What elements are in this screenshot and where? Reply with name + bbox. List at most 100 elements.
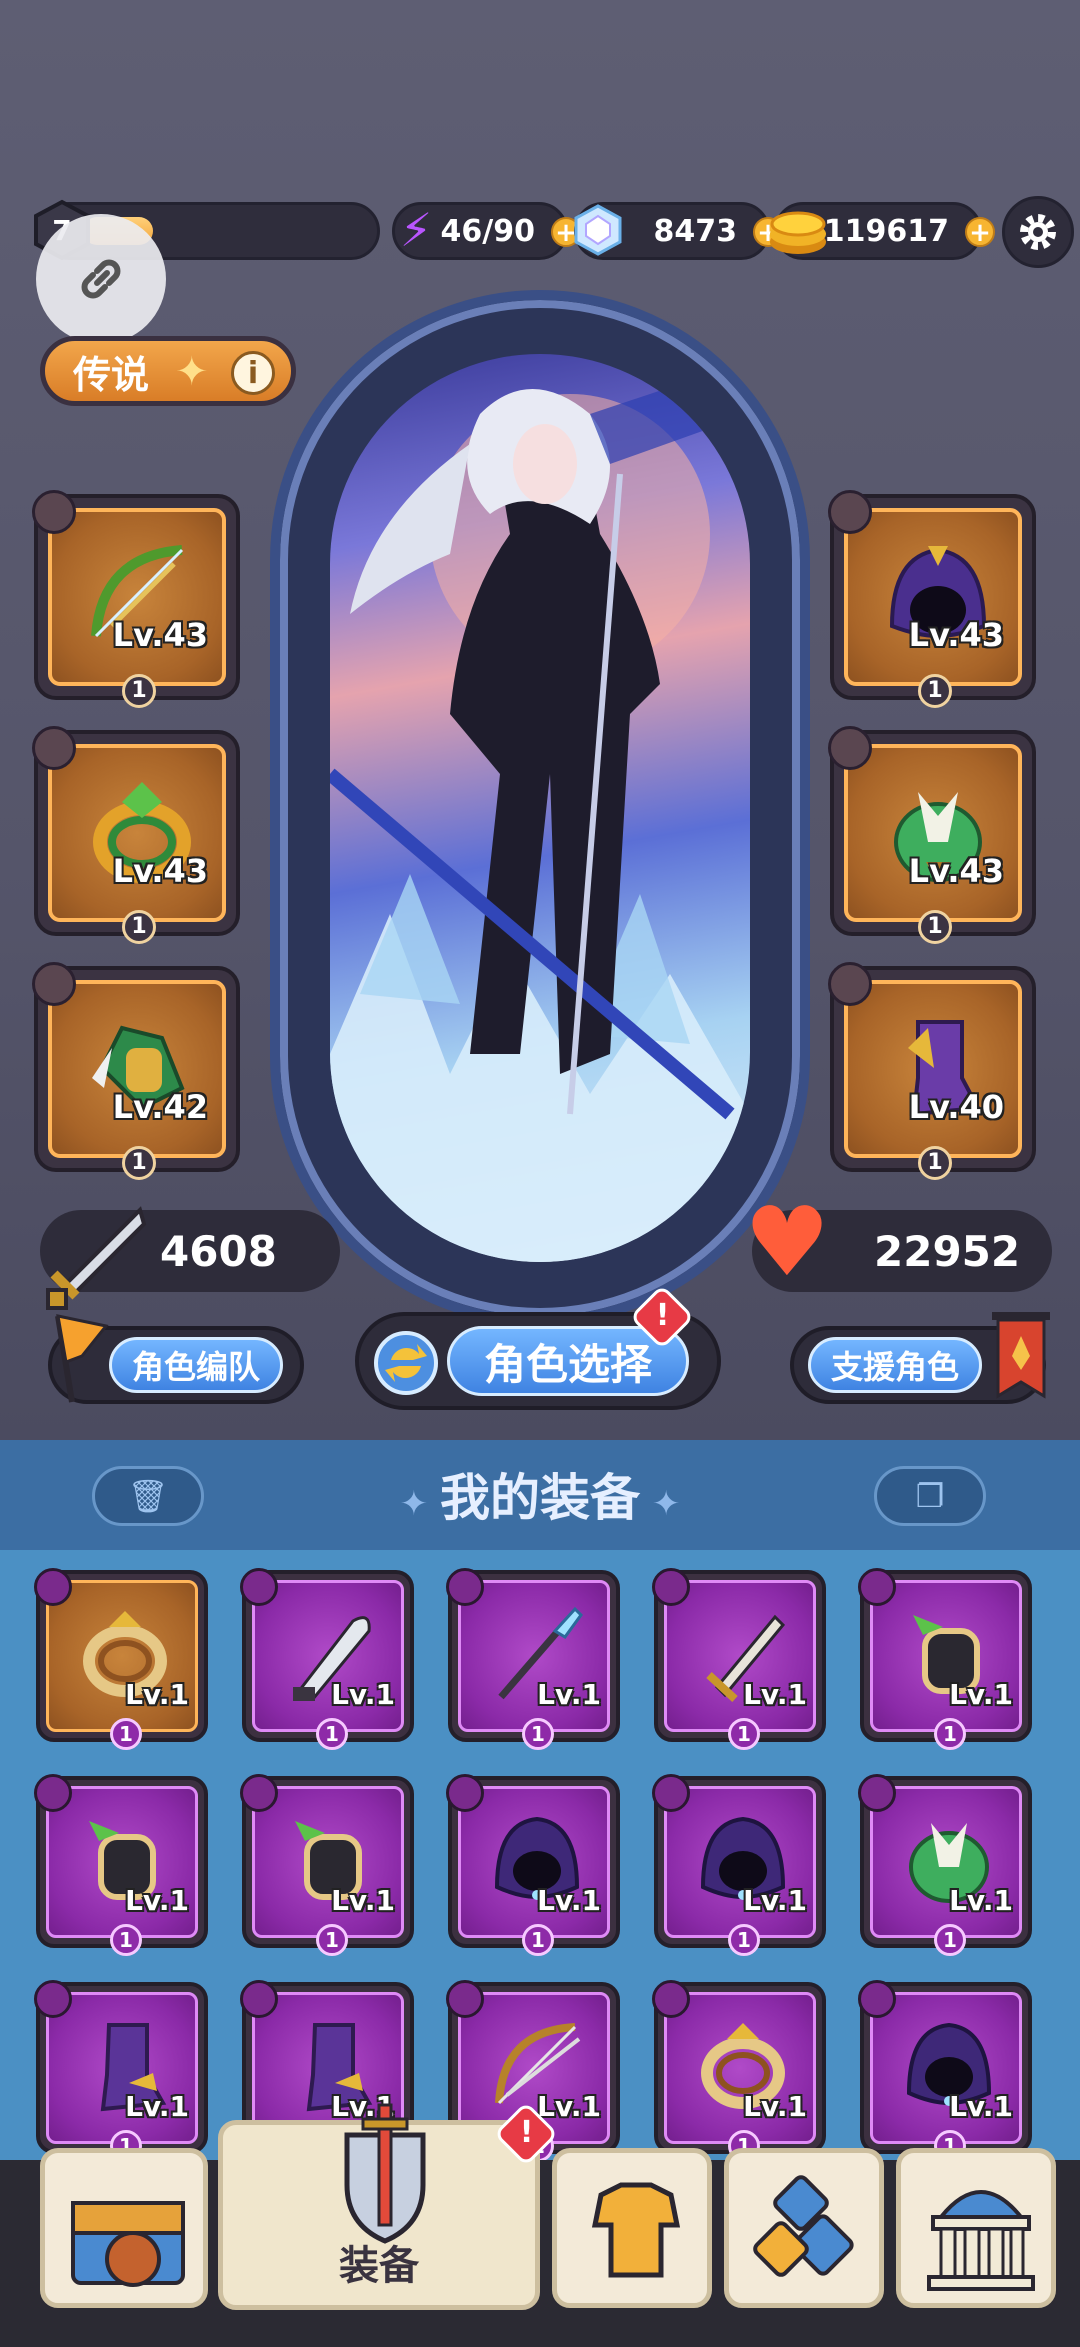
equip-slot-helmet[interactable]: Lv.43 1 bbox=[828, 490, 1036, 708]
flag-icon bbox=[55, 1314, 109, 1403]
gem-value: 8473 bbox=[653, 213, 738, 249]
item-level: Lv.1 bbox=[949, 1678, 1013, 1711]
energy-counter[interactable]: ⚡ 46/90 + bbox=[392, 202, 581, 260]
inventory-item[interactable]: Lv.11 bbox=[34, 1980, 208, 2160]
equip-slot-ring[interactable]: Lv.43 1 bbox=[32, 726, 240, 944]
equip-slot-boots[interactable]: Lv.40 1 bbox=[828, 962, 1036, 1180]
item-level: Lv.1 bbox=[949, 1884, 1013, 1917]
support-character-button[interactable]: 支援角色 bbox=[790, 1312, 1050, 1404]
inventory-item[interactable]: Lv.11 bbox=[858, 1980, 1032, 2160]
item-face: Lv.1 bbox=[458, 1580, 610, 1732]
item-star-count: 1 bbox=[110, 1718, 142, 1750]
item-star-count: 1 bbox=[728, 1718, 760, 1750]
item-face: Lv.1 bbox=[870, 1786, 1022, 1938]
copy-icon: ❐ bbox=[915, 1477, 945, 1515]
item-face: Lv.1 bbox=[252, 1580, 404, 1732]
team-formation-button[interactable]: 角色编队 bbox=[48, 1314, 304, 1404]
item-face: Lv.1 bbox=[252, 1786, 404, 1938]
temple-icon bbox=[927, 2190, 1035, 2291]
item-type-icon bbox=[34, 1774, 72, 1812]
inventory-item[interactable]: Lv.1 1 bbox=[34, 1568, 208, 1750]
gold-counter[interactable]: 119617 + bbox=[770, 202, 995, 260]
team-formation-label: 角色编队 bbox=[108, 1337, 283, 1393]
bracer-type-icon bbox=[32, 962, 76, 1006]
rarity-badge[interactable]: 传说 ✦ i bbox=[40, 336, 296, 406]
item-level: Lv.1 bbox=[743, 1678, 807, 1711]
banner-icon bbox=[992, 1312, 1050, 1399]
slot-level: Lv.43 bbox=[112, 616, 208, 654]
item-level: Lv.1 bbox=[125, 1884, 189, 1917]
slot-face: Lv.43 bbox=[48, 744, 226, 922]
slot-star-count: 1 bbox=[122, 910, 156, 944]
nav-armor[interactable] bbox=[552, 2148, 712, 2308]
item-type-icon bbox=[34, 1568, 72, 1606]
item-star-count: 1 bbox=[522, 1718, 554, 1750]
item-level: Lv.1 bbox=[743, 1884, 807, 1917]
nav-hall[interactable] bbox=[896, 2148, 1056, 2308]
heart-icon: ♥ bbox=[744, 1186, 831, 1298]
treasure-chest-icon bbox=[71, 2201, 185, 2287]
item-type-icon bbox=[446, 1980, 484, 2018]
slot-level: Lv.43 bbox=[112, 852, 208, 890]
character-portrait[interactable] bbox=[330, 354, 750, 1262]
ring-type-icon bbox=[32, 726, 76, 770]
nav-chest[interactable] bbox=[40, 2148, 208, 2308]
inventory-item[interactable]: Lv.11 bbox=[240, 1568, 414, 1750]
slot-face: Lv.43 bbox=[48, 508, 226, 686]
item-face: Lv.1 bbox=[664, 1786, 816, 1938]
inventory-item[interactable]: Lv.1 1 bbox=[34, 1774, 208, 1956]
inventory-item[interactable]: Lv.1 1 bbox=[858, 1568, 1032, 1750]
left-ornament-icon: ✦ bbox=[399, 1484, 440, 1524]
item-level: Lv.1 bbox=[537, 2090, 601, 2123]
helmet-type-icon bbox=[828, 490, 872, 534]
slot-star-count: 1 bbox=[122, 674, 156, 708]
link-button[interactable] bbox=[36, 214, 166, 344]
item-star-count: 1 bbox=[110, 1924, 142, 1956]
inventory-item[interactable]: Lv.11 bbox=[652, 1980, 826, 2160]
inventory-item[interactable]: Lv.11 bbox=[652, 1774, 826, 1956]
equip-slot-bracer[interactable]: Lv.42 1 bbox=[32, 962, 240, 1180]
item-level: Lv.1 bbox=[125, 2090, 189, 2123]
link-icon bbox=[81, 259, 121, 299]
slot-level: Lv.43 bbox=[908, 616, 1004, 654]
add-gold-button[interactable]: + bbox=[965, 217, 995, 247]
rune-icon bbox=[753, 2175, 854, 2277]
character-select-button[interactable]: 角色选择 ! bbox=[355, 1284, 721, 1410]
inventory-item[interactable]: Lv.1 1 bbox=[652, 1568, 826, 1750]
slot-face: Lv.43 bbox=[844, 744, 1022, 922]
gold-coins-icon bbox=[763, 195, 833, 265]
nav-skills[interactable] bbox=[724, 2148, 884, 2308]
info-icon[interactable]: i bbox=[231, 351, 275, 395]
sparkle-icon: ✦ bbox=[175, 349, 209, 395]
item-type-icon bbox=[240, 1980, 278, 2018]
item-star-count: 1 bbox=[934, 1718, 966, 1750]
item-type-icon bbox=[240, 1568, 278, 1606]
copy-button[interactable]: ❐ bbox=[874, 1466, 986, 1526]
item-type-icon bbox=[652, 1774, 690, 1812]
inventory-item[interactable]: Lv.1 1 bbox=[446, 1568, 620, 1750]
item-type-icon bbox=[652, 1568, 690, 1606]
slot-face: Lv.42 bbox=[48, 980, 226, 1158]
slot-face: Lv.43 bbox=[844, 508, 1022, 686]
item-level: Lv.1 bbox=[331, 1884, 395, 1917]
inventory-item[interactable]: Lv.11 bbox=[240, 1774, 414, 1956]
weapon-type-icon bbox=[32, 490, 76, 534]
item-face: Lv.1 bbox=[46, 1580, 198, 1732]
inventory-item[interactable]: Lv.1 1 bbox=[858, 1774, 1032, 1956]
gem-counter[interactable]: 8473 + bbox=[574, 202, 783, 260]
item-face: Lv.1 bbox=[46, 1992, 198, 2144]
nav-equipment[interactable]: ! 装备 bbox=[218, 2101, 559, 2310]
slot-level: Lv.42 bbox=[112, 1088, 208, 1126]
inventory-item[interactable]: Lv.11 bbox=[446, 1774, 620, 1956]
equip-slot-weapon[interactable]: Lv.43 1 bbox=[32, 490, 240, 708]
equip-slot-armor[interactable]: Lv.43 1 bbox=[828, 726, 1036, 944]
settings-button[interactable] bbox=[1002, 196, 1074, 268]
item-star-count: 1 bbox=[934, 1924, 966, 1956]
item-type-icon bbox=[858, 1980, 896, 2018]
attack-value: 4608 bbox=[160, 1226, 277, 1276]
item-level: Lv.1 bbox=[125, 1678, 189, 1711]
item-type-icon bbox=[446, 1568, 484, 1606]
right-ornament-icon: ✦ bbox=[640, 1484, 681, 1524]
item-face: Lv.1 bbox=[46, 1786, 198, 1938]
item-level: Lv.1 bbox=[537, 1678, 601, 1711]
